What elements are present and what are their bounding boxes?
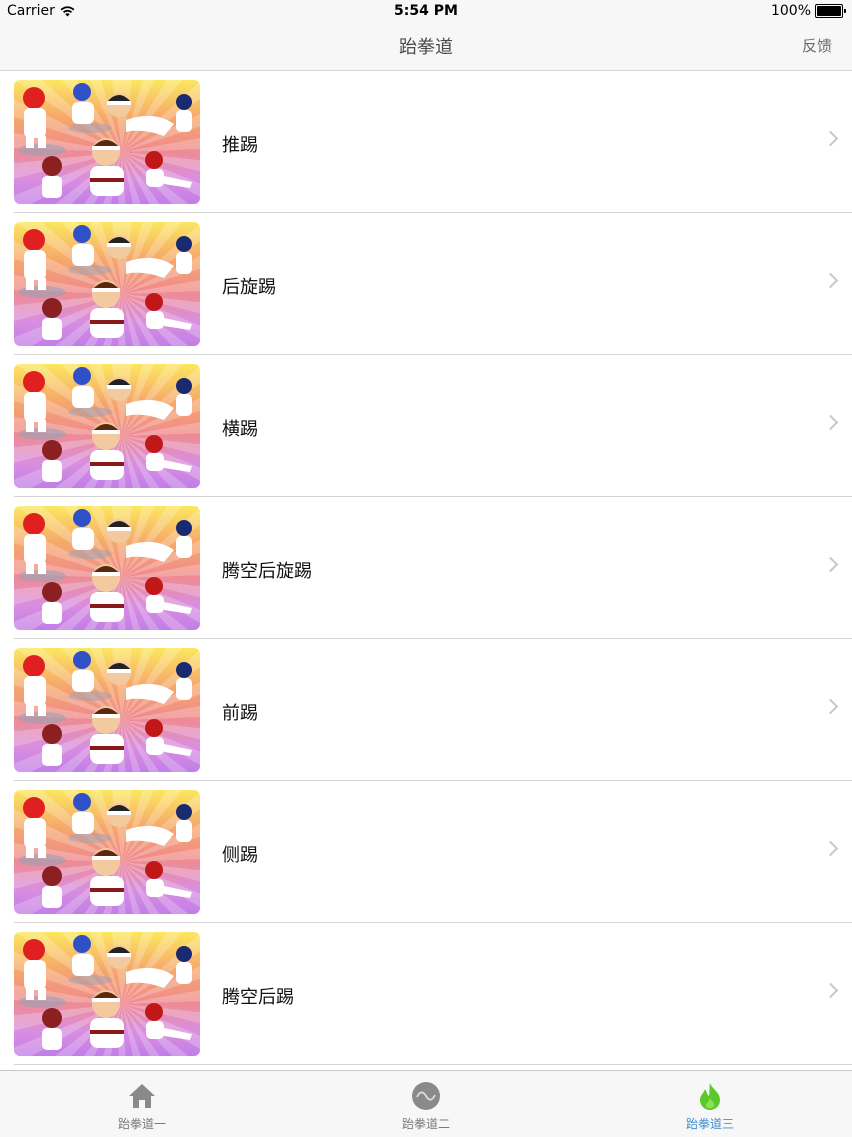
battery-icon [815,4,843,18]
kick-thumbnail [14,932,200,1056]
list-item[interactable]: 腾空后旋踢 [14,497,852,639]
tab-bar: 跆拳道一 跆拳道二 跆拳道三 [0,1070,852,1137]
list-item[interactable]: 腾空后踢 [14,923,852,1065]
kick-thumbnail [14,364,200,488]
navigation-bar: 跆拳道 反馈 [0,24,852,71]
tab-label: 跆拳道一 [117,1117,166,1131]
tab-taekwondo-3[interactable]: 跆拳道三 [568,1071,852,1137]
list-item-label: 前踢 [222,703,258,724]
wave-circle-icon [412,1082,440,1110]
battery-percent: 100% [770,3,811,19]
kick-thumbnail [14,80,200,204]
list-item[interactable]: 前踢 [14,639,852,781]
chevron-right-icon [822,130,839,147]
list-item-label: 推踢 [222,135,258,156]
battery-indicator: 100% [771,3,846,19]
status-bar: Carrier 5:54 PM 100% [0,0,852,24]
chevron-right-icon [822,414,839,431]
kick-list: 推踢 后旋踢 横踢 腾空后旋踢 前踢 侧踢 腾空后踢 [0,71,852,1065]
page-title: 跆拳道 [399,37,453,58]
list-item[interactable]: 推踢 [14,71,852,213]
chevron-right-icon [822,840,839,857]
tab-taekwondo-2[interactable]: 跆拳道二 [284,1071,568,1137]
chevron-right-icon [822,272,839,289]
chevron-right-icon [822,698,839,715]
kick-thumbnail [14,506,200,630]
feedback-button[interactable]: 反馈 [802,35,832,56]
list-item-label: 后旋踢 [222,277,276,298]
chevron-right-icon [822,556,839,573]
tab-taekwondo-1[interactable]: 跆拳道一 [0,1071,284,1137]
list-item-label: 横踢 [222,419,258,440]
flame-icon [700,1083,720,1110]
tab-label: 跆拳道二 [401,1117,450,1131]
list-item[interactable]: 后旋踢 [14,213,852,355]
home-icon [129,1084,155,1108]
chevron-right-icon [822,982,839,999]
tab-label: 跆拳道三 [685,1117,734,1131]
kick-thumbnail [14,648,200,772]
status-time: 5:54 PM [394,3,458,19]
list-item-label: 腾空后踢 [222,987,294,1008]
kick-thumbnail [14,790,200,914]
kick-thumbnail [14,222,200,346]
list-item[interactable]: 侧踢 [14,781,852,923]
list-item[interactable]: 横踢 [14,355,852,497]
list-item-label: 腾空后旋踢 [222,561,312,582]
list-item-label: 侧踢 [222,845,258,866]
